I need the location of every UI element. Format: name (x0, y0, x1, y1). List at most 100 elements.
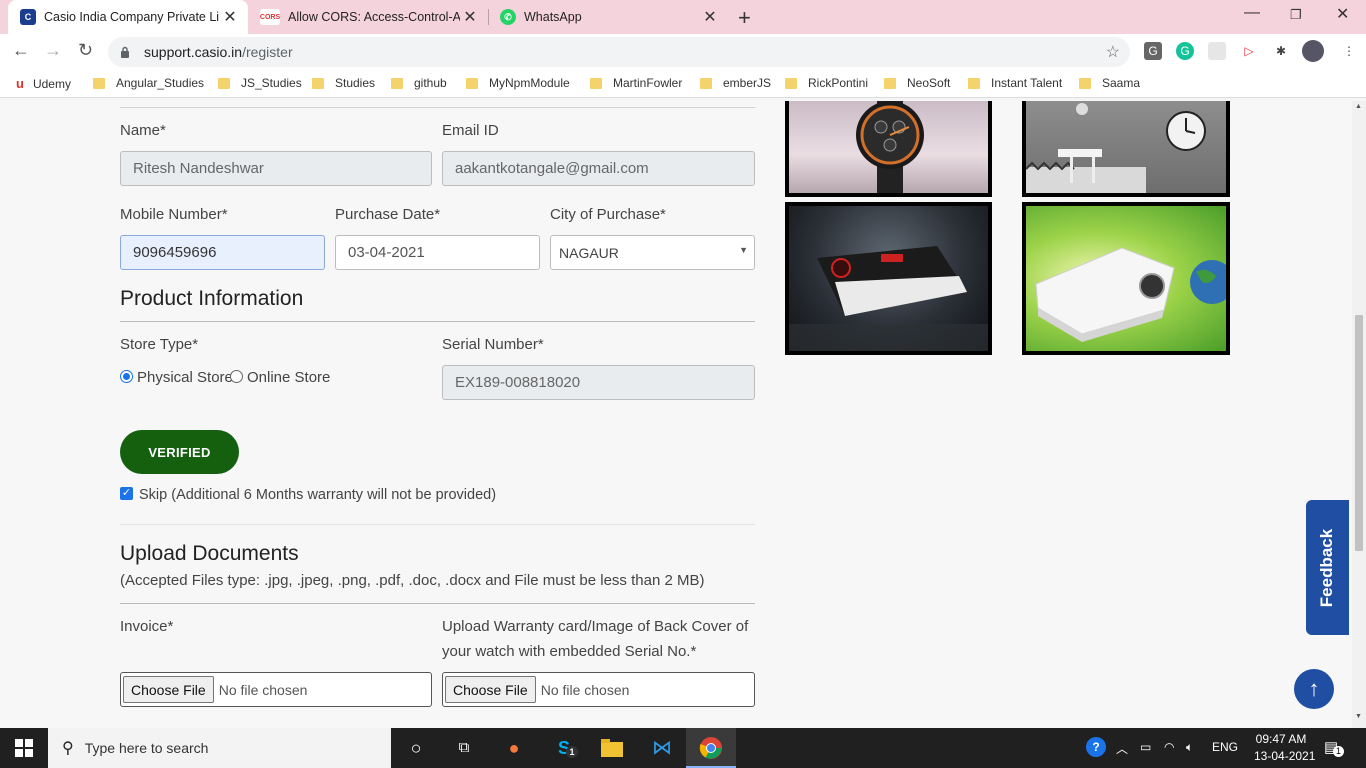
extension-g-icon[interactable]: G (1144, 42, 1162, 60)
bookmarks-bar: u Udemy Angular_Studies JS_Studies Studi… (0, 70, 1366, 98)
minimize-icon[interactable]: — (1244, 4, 1260, 22)
bookmark-label: Angular_Studies (116, 76, 205, 90)
skype-icon[interactable]: S1 (552, 736, 578, 760)
bookmark-folder[interactable]: github (391, 76, 447, 90)
url-text: support.casio.in/register (144, 44, 293, 60)
divider (120, 107, 755, 108)
url-path: /register (242, 44, 293, 60)
close-tab-icon[interactable]: ✕ (460, 7, 480, 27)
bookmark-udemy[interactable]: u Udemy (16, 76, 71, 91)
mobile-field[interactable]: 9096459696 (120, 235, 325, 270)
lock-icon (121, 46, 129, 58)
online-store-radio[interactable] (230, 370, 243, 383)
vscode-icon[interactable]: ⋈ (650, 736, 674, 760)
clock[interactable]: 09:47 AM 13-04-2021 (1254, 732, 1315, 763)
bookmark-folder[interactable]: JS_Studies (218, 76, 302, 90)
tab-title: Allow CORS: Access-Control-Allo (288, 10, 460, 24)
warranty-label-line1: Upload Warranty card/Image of Back Cover… (442, 618, 749, 635)
window-close-icon[interactable]: ✕ (1336, 4, 1349, 24)
clock-illustration (1026, 103, 1206, 193)
bookmark-folder[interactable]: Instant Talent (968, 76, 1062, 90)
scroll-down-arrow-icon[interactable]: ▼ (1355, 713, 1362, 720)
file-explorer-icon[interactable] (600, 736, 624, 760)
restore-icon[interactable]: ❐ (1290, 7, 1302, 23)
help-icon[interactable]: ? (1086, 737, 1106, 757)
reload-icon[interactable]: ↻ (78, 40, 93, 61)
extension-grid-icon[interactable] (1208, 42, 1226, 60)
invoice-file-input[interactable]: Choose File No file chosen (120, 672, 432, 707)
battery-icon[interactable]: ▭ (1140, 740, 1151, 754)
bookmark-folder[interactable]: MyNpmModule (466, 76, 570, 90)
back-icon[interactable]: ← (12, 40, 30, 61)
extensions-puzzle-icon[interactable]: ✱ (1272, 42, 1290, 60)
forward-icon[interactable]: → (44, 40, 62, 61)
folder-icon (590, 77, 602, 89)
scrollbar-thumb[interactable] (1355, 315, 1363, 551)
email-field[interactable]: aakantkotangale@gmail.com (442, 151, 755, 186)
bookmark-folder[interactable]: RickPontini (785, 76, 868, 90)
tab-title: Casio India Company Private Lim (44, 10, 220, 24)
choose-file-button[interactable]: Choose File (445, 676, 536, 703)
divider (120, 321, 755, 322)
address-bar[interactable]: support.casio.in/register ☆ (108, 37, 1130, 67)
online-store-label[interactable]: Online Store (247, 369, 330, 386)
close-tab-icon[interactable]: ✕ (220, 7, 240, 27)
projector-product-image[interactable] (1022, 202, 1230, 355)
new-tab-button[interactable]: + (738, 5, 751, 31)
windows-start-icon[interactable] (12, 736, 36, 760)
bookmark-label: Udemy (32, 76, 71, 91)
browser-menu-icon[interactable]: ⋮ (1340, 42, 1358, 60)
wifi-icon[interactable]: ◠ (1164, 740, 1174, 754)
scroll-up-arrow-icon[interactable]: ▲ (1355, 103, 1362, 110)
warranty-file-input[interactable]: Choose File No file chosen (442, 672, 755, 707)
folder-icon (700, 77, 712, 89)
chrome-taskbar-active[interactable] (686, 728, 736, 768)
bookmark-folder[interactable]: NeoSoft (884, 76, 950, 90)
physical-store-radio[interactable] (120, 370, 133, 383)
grammarly-icon[interactable]: G (1176, 42, 1194, 60)
bookmark-folder[interactable]: Studies (312, 76, 375, 90)
tray-chevron-icon[interactable]: ︿ (1116, 740, 1128, 757)
udemy-icon: u (16, 76, 24, 91)
tab-casio[interactable]: C Casio India Company Private Lim ✕ (8, 0, 248, 34)
page-scrollbar[interactable]: ▲ ▼ (1352, 101, 1366, 728)
physical-store-label[interactable]: Physical Store (137, 369, 233, 386)
verified-button[interactable]: VERIFIED (120, 430, 239, 474)
purchase-date-field[interactable]: 03-04-2021 (335, 235, 540, 270)
tab-cors[interactable]: CORS Allow CORS: Access-Control-Allo ✕ (248, 0, 488, 34)
bookmark-folder[interactable]: emberJS (700, 76, 771, 90)
warranty-label-line2: your watch with embedded Serial No.* (442, 643, 697, 660)
task-view-icon[interactable]: ⧉ (452, 736, 476, 760)
close-tab-icon[interactable]: ✕ (700, 7, 720, 27)
skip-label[interactable]: Skip (Additional 6 Months warranty will … (139, 487, 496, 503)
tab-whatsapp[interactable]: ✆ WhatsApp ✕ (488, 0, 728, 34)
extension-play-icon[interactable]: ▷ (1240, 42, 1258, 60)
folder-icon (601, 739, 623, 757)
product-section-title: Product Information (120, 287, 304, 310)
keyboard-product-image[interactable] (785, 202, 992, 355)
casio-favicon-icon: C (20, 9, 36, 25)
volume-icon[interactable]: 🔈︎ (1186, 740, 1193, 755)
city-select[interactable]: NAGAUR ▼ (550, 235, 755, 270)
feedback-tab[interactable]: Feedback (1306, 500, 1349, 635)
keyboard-illustration (789, 246, 988, 351)
registration-page: Name* Ritesh Nandeshwar Email ID aakantk… (0, 101, 1352, 728)
profile-avatar[interactable] (1302, 40, 1324, 62)
scroll-to-top-button[interactable]: ↑ (1294, 669, 1334, 709)
clock-product-image[interactable] (1022, 101, 1230, 197)
bookmark-star-icon[interactable]: ☆ (1106, 42, 1120, 62)
postman-icon[interactable]: ● (502, 736, 526, 760)
skip-checkbox[interactable]: ✓ (120, 487, 133, 500)
watch-product-image[interactable] (785, 101, 992, 197)
bookmark-folder[interactable]: MartinFowler (590, 76, 682, 90)
name-field[interactable]: Ritesh Nandeshwar (120, 151, 432, 186)
serial-field[interactable]: EX189-008818020 (442, 365, 755, 400)
taskbar-search[interactable]: ⚲ Type here to search (48, 728, 391, 768)
language-indicator[interactable]: ENG (1212, 740, 1238, 754)
choose-file-button[interactable]: Choose File (123, 676, 214, 703)
notifications-icon[interactable]: ▤ 1 (1324, 738, 1344, 757)
browser-toolbar: ← → ↻ support.casio.in/register ☆ G G ▷ … (0, 34, 1366, 70)
bookmark-folder[interactable]: Saama (1079, 76, 1140, 90)
bookmark-folder[interactable]: Angular_Studies (93, 76, 204, 90)
cortana-icon[interactable]: ○ (404, 736, 428, 760)
